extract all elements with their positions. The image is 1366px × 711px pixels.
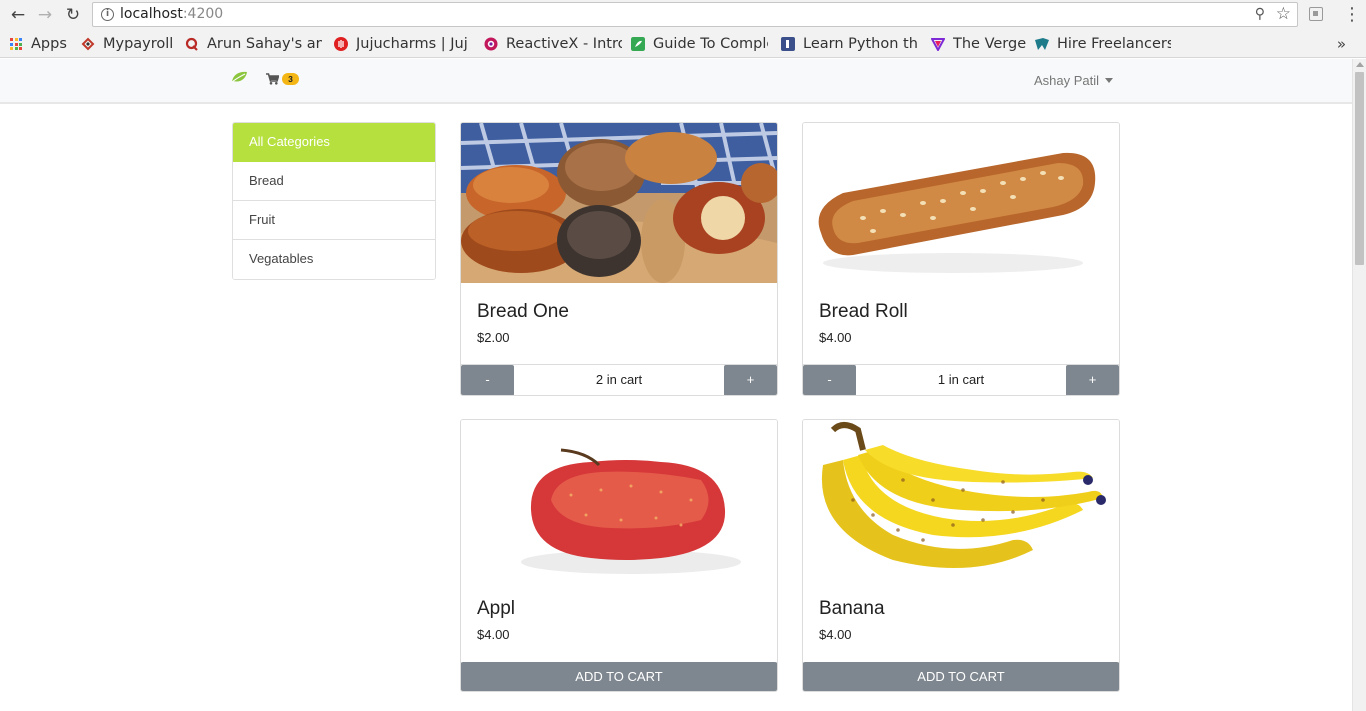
apps-grid-icon [10, 38, 22, 50]
user-name: Ashay Patil [1034, 73, 1100, 88]
bookmark-mypayroll[interactable]: Mypayroll [81, 34, 176, 54]
bookmark-label: Jujucharms | Juj [356, 36, 468, 52]
in-cart-count: 2 in cart [595, 372, 643, 387]
add-to-cart-button[interactable]: ADD TO CART [803, 662, 1119, 691]
cart-quantity-control: - 1 in cart + [803, 364, 1119, 395]
category-all[interactable]: All Categories [233, 123, 435, 162]
zoom-icon[interactable]: ⚲ [1255, 6, 1265, 22]
page-scrollbar[interactable] [1352, 59, 1366, 711]
product-price: $4.00 [819, 330, 852, 345]
product-price: $2.00 [477, 330, 510, 345]
bookmark-label: The Verge [953, 36, 1026, 52]
url-port: :4200 [182, 6, 224, 22]
bookmark-star-icon[interactable]: ☆ [1276, 4, 1291, 24]
guide-icon [631, 37, 645, 51]
extension-icon[interactable] [1309, 7, 1323, 21]
caret-down-icon [1105, 78, 1114, 83]
browser-menu-icon[interactable]: ⋮ [1343, 4, 1361, 25]
bookmark-hire-freelancers[interactable]: Hire Freelancers [1035, 34, 1171, 54]
scrollbar-thumb[interactable] [1355, 72, 1364, 265]
bookmarks-more-icon[interactable]: » [1337, 35, 1346, 53]
forward-arrow-icon[interactable]: → [34, 4, 56, 26]
bookmark-guide[interactable]: Guide To Comple [631, 34, 768, 54]
bookmark-label: Learn Python the [803, 36, 918, 52]
category-fruit[interactable]: Fruit [233, 201, 435, 240]
product-card: Banana $4.00 ADD TO CART [802, 419, 1120, 692]
bookmark-label: Hire Freelancers [1057, 36, 1171, 52]
mypayroll-icon [81, 37, 95, 51]
cart-count-badge: 3 [282, 73, 299, 85]
verge-icon [931, 38, 945, 51]
banana-image [803, 420, 1119, 580]
user-dropdown[interactable]: Ashay Patil [1034, 73, 1114, 88]
category-list: All Categories Bread Fruit Vegatables [232, 122, 436, 280]
reload-icon[interactable]: ↻ [62, 4, 84, 26]
product-title: Banana [819, 598, 885, 619]
scroll-up-arrow-icon[interactable] [1356, 62, 1364, 67]
app-navbar: 3 Ashay Patil [0, 59, 1352, 104]
bookmark-apps[interactable]: Apps [10, 34, 67, 54]
bookmarks-bar: Apps Mypayroll Arun Sahay's ans Jujuchar… [0, 30, 1366, 58]
increase-button[interactable]: + [724, 365, 777, 395]
category-vegatables[interactable]: Vegatables [233, 240, 435, 279]
in-cart-count: 1 in cart [937, 372, 985, 387]
url-text[interactable]: localhost:4200 [120, 6, 223, 22]
product-price: $4.00 [477, 627, 510, 642]
back-arrow-icon[interactable]: ← [7, 4, 29, 26]
bookmark-label: ReactiveX - Intro [506, 36, 622, 52]
apple-image [461, 420, 777, 580]
bookmark-reactivex[interactable]: ReactiveX - Intro [484, 34, 622, 54]
bookmark-the-verge[interactable]: The Verge [931, 34, 1026, 54]
freelancer-icon [1035, 38, 1049, 50]
leaf-logo-icon[interactable] [231, 71, 248, 83]
decrease-button[interactable]: - [803, 365, 856, 395]
product-card: Bread One $2.00 - 2 in cart + [460, 122, 778, 396]
product-price: $4.00 [819, 627, 852, 642]
cart-link[interactable]: 3 [266, 73, 299, 85]
bookmark-learn-python[interactable]: Learn Python the [781, 34, 918, 54]
add-to-cart-button[interactable]: ADD TO CART [461, 662, 777, 691]
browser-toolbar: ← → ↻ i localhost:4200 ⚲ ☆ ⋮ [0, 0, 1366, 30]
product-title: Bread Roll [819, 301, 908, 322]
baguette-image [803, 123, 1119, 283]
category-bread[interactable]: Bread [233, 162, 435, 201]
bread-basket-image [461, 123, 777, 283]
bookmark-label: Arun Sahay's ans [207, 36, 322, 52]
product-card: Bread Roll $4.00 - 1 in cart + [802, 122, 1120, 396]
reactivex-icon [484, 37, 498, 51]
python-book-icon [781, 37, 795, 51]
bookmark-label: Mypayroll [103, 36, 174, 52]
decrease-button[interactable]: - [461, 365, 514, 395]
bookmark-label: Guide To Comple [653, 36, 768, 52]
quora-icon [185, 37, 198, 51]
url-host: localhost [120, 6, 183, 22]
increase-button[interactable]: + [1066, 365, 1119, 395]
shopping-cart-icon [266, 73, 279, 85]
product-title: Bread One [477, 301, 569, 322]
cart-quantity-control: - 2 in cart + [461, 364, 777, 395]
bookmark-label: Apps [31, 36, 67, 52]
address-bar[interactable]: i localhost:4200 ⚲ ☆ [92, 2, 1298, 27]
product-title: Appl [477, 598, 516, 619]
bookmark-jujucharms[interactable]: Jujucharms | Juj [334, 34, 470, 54]
juju-icon [334, 37, 348, 51]
info-icon[interactable]: i [101, 8, 114, 21]
bookmark-quora[interactable]: Arun Sahay's ans [185, 34, 322, 54]
product-card: Appl $4.00 ADD TO CART [460, 419, 778, 692]
